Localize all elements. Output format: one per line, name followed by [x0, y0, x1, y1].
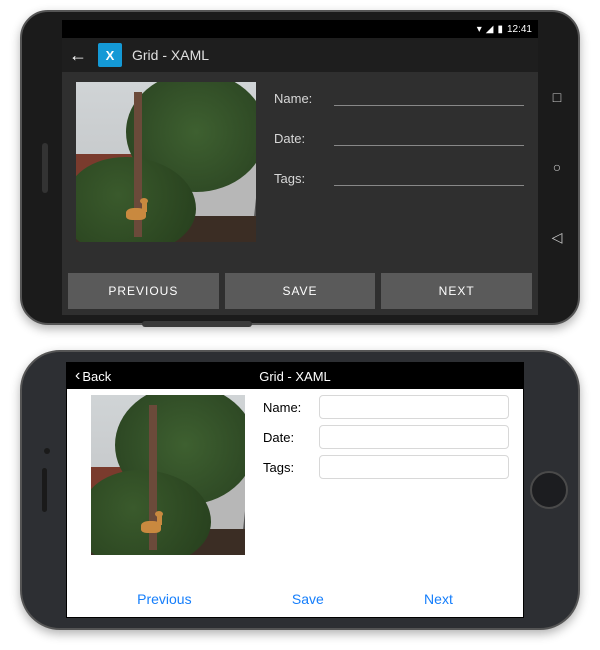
android-action-bar: ← X Grid - XAML — [62, 38, 538, 72]
date-input[interactable] — [334, 126, 524, 146]
name-label: Name: — [263, 400, 311, 415]
android-home-icon[interactable]: ○ — [553, 159, 561, 175]
date-row: Date: — [263, 425, 509, 449]
page-title: Grid - XAML — [132, 47, 209, 63]
tags-label: Tags: — [263, 460, 311, 475]
android-hardware-nav: □ ○ ◁ — [544, 12, 570, 323]
save-button[interactable]: SAVE — [225, 273, 376, 309]
name-row: Name: — [263, 395, 509, 419]
ios-form: Name: Date: Tags: — [263, 395, 509, 581]
previous-button[interactable]: PREVIOUS — [68, 273, 219, 309]
name-row: Name: — [274, 86, 524, 106]
android-status-bar: ▾ ◢ ▮ 12:41 — [62, 20, 538, 38]
next-button[interactable]: NEXT — [381, 273, 532, 309]
android-recent-icon[interactable]: □ — [553, 89, 561, 105]
back-arrow-icon[interactable]: ← — [68, 45, 88, 65]
chevron-left-icon: ‹ — [75, 368, 80, 384]
xamarin-icon: X — [98, 43, 122, 67]
tags-row: Tags: — [263, 455, 509, 479]
ios-camera — [44, 448, 50, 454]
tags-label: Tags: — [274, 171, 324, 186]
android-speaker — [42, 143, 48, 193]
photo-image — [91, 395, 245, 555]
ios-home-button[interactable] — [530, 471, 568, 509]
status-time: 12:41 — [507, 24, 532, 35]
battery-icon: ▮ — [497, 24, 503, 35]
name-input[interactable] — [319, 395, 509, 419]
android-form: Name: Date: Tags: — [274, 82, 524, 269]
date-input[interactable] — [319, 425, 509, 449]
android-button-bar: PREVIOUS SAVE NEXT — [62, 273, 538, 315]
wifi-icon: ▾ — [477, 24, 482, 35]
save-button[interactable]: Save — [280, 585, 336, 613]
ios-content: Name: Date: Tags: — [67, 389, 523, 581]
android-content: Name: Date: Tags: — [62, 72, 538, 273]
date-label: Date: — [274, 131, 324, 146]
android-device-frame: □ ○ ◁ ▾ ◢ ▮ 12:41 ← X Grid - XAML Name: — [20, 10, 580, 325]
back-label: Back — [82, 369, 111, 384]
ios-nav-bar: ‹ Back Grid - XAML — [67, 363, 523, 389]
ios-screen: ‹ Back Grid - XAML Name: Date: — [66, 362, 524, 618]
android-screen: ▾ ◢ ▮ 12:41 ← X Grid - XAML Name: — [62, 20, 538, 315]
previous-button[interactable]: Previous — [125, 585, 203, 613]
date-label: Date: — [263, 430, 311, 445]
signal-icon: ◢ — [486, 24, 494, 35]
page-title: Grid - XAML — [67, 369, 523, 384]
date-row: Date: — [274, 126, 524, 146]
tags-input[interactable] — [319, 455, 509, 479]
ios-device-frame: ‹ Back Grid - XAML Name: Date: — [20, 350, 580, 630]
tags-input[interactable] — [334, 166, 524, 186]
tags-row: Tags: — [274, 166, 524, 186]
name-input[interactable] — [334, 86, 524, 106]
back-button[interactable]: ‹ Back — [75, 368, 111, 384]
ios-speaker — [42, 468, 47, 512]
next-button[interactable]: Next — [412, 585, 465, 613]
android-volume-rocker — [142, 321, 252, 327]
photo-image — [76, 82, 256, 242]
android-back-hw-icon[interactable]: ◁ — [552, 229, 563, 246]
ios-button-bar: Previous Save Next — [67, 581, 523, 617]
name-label: Name: — [274, 91, 324, 106]
